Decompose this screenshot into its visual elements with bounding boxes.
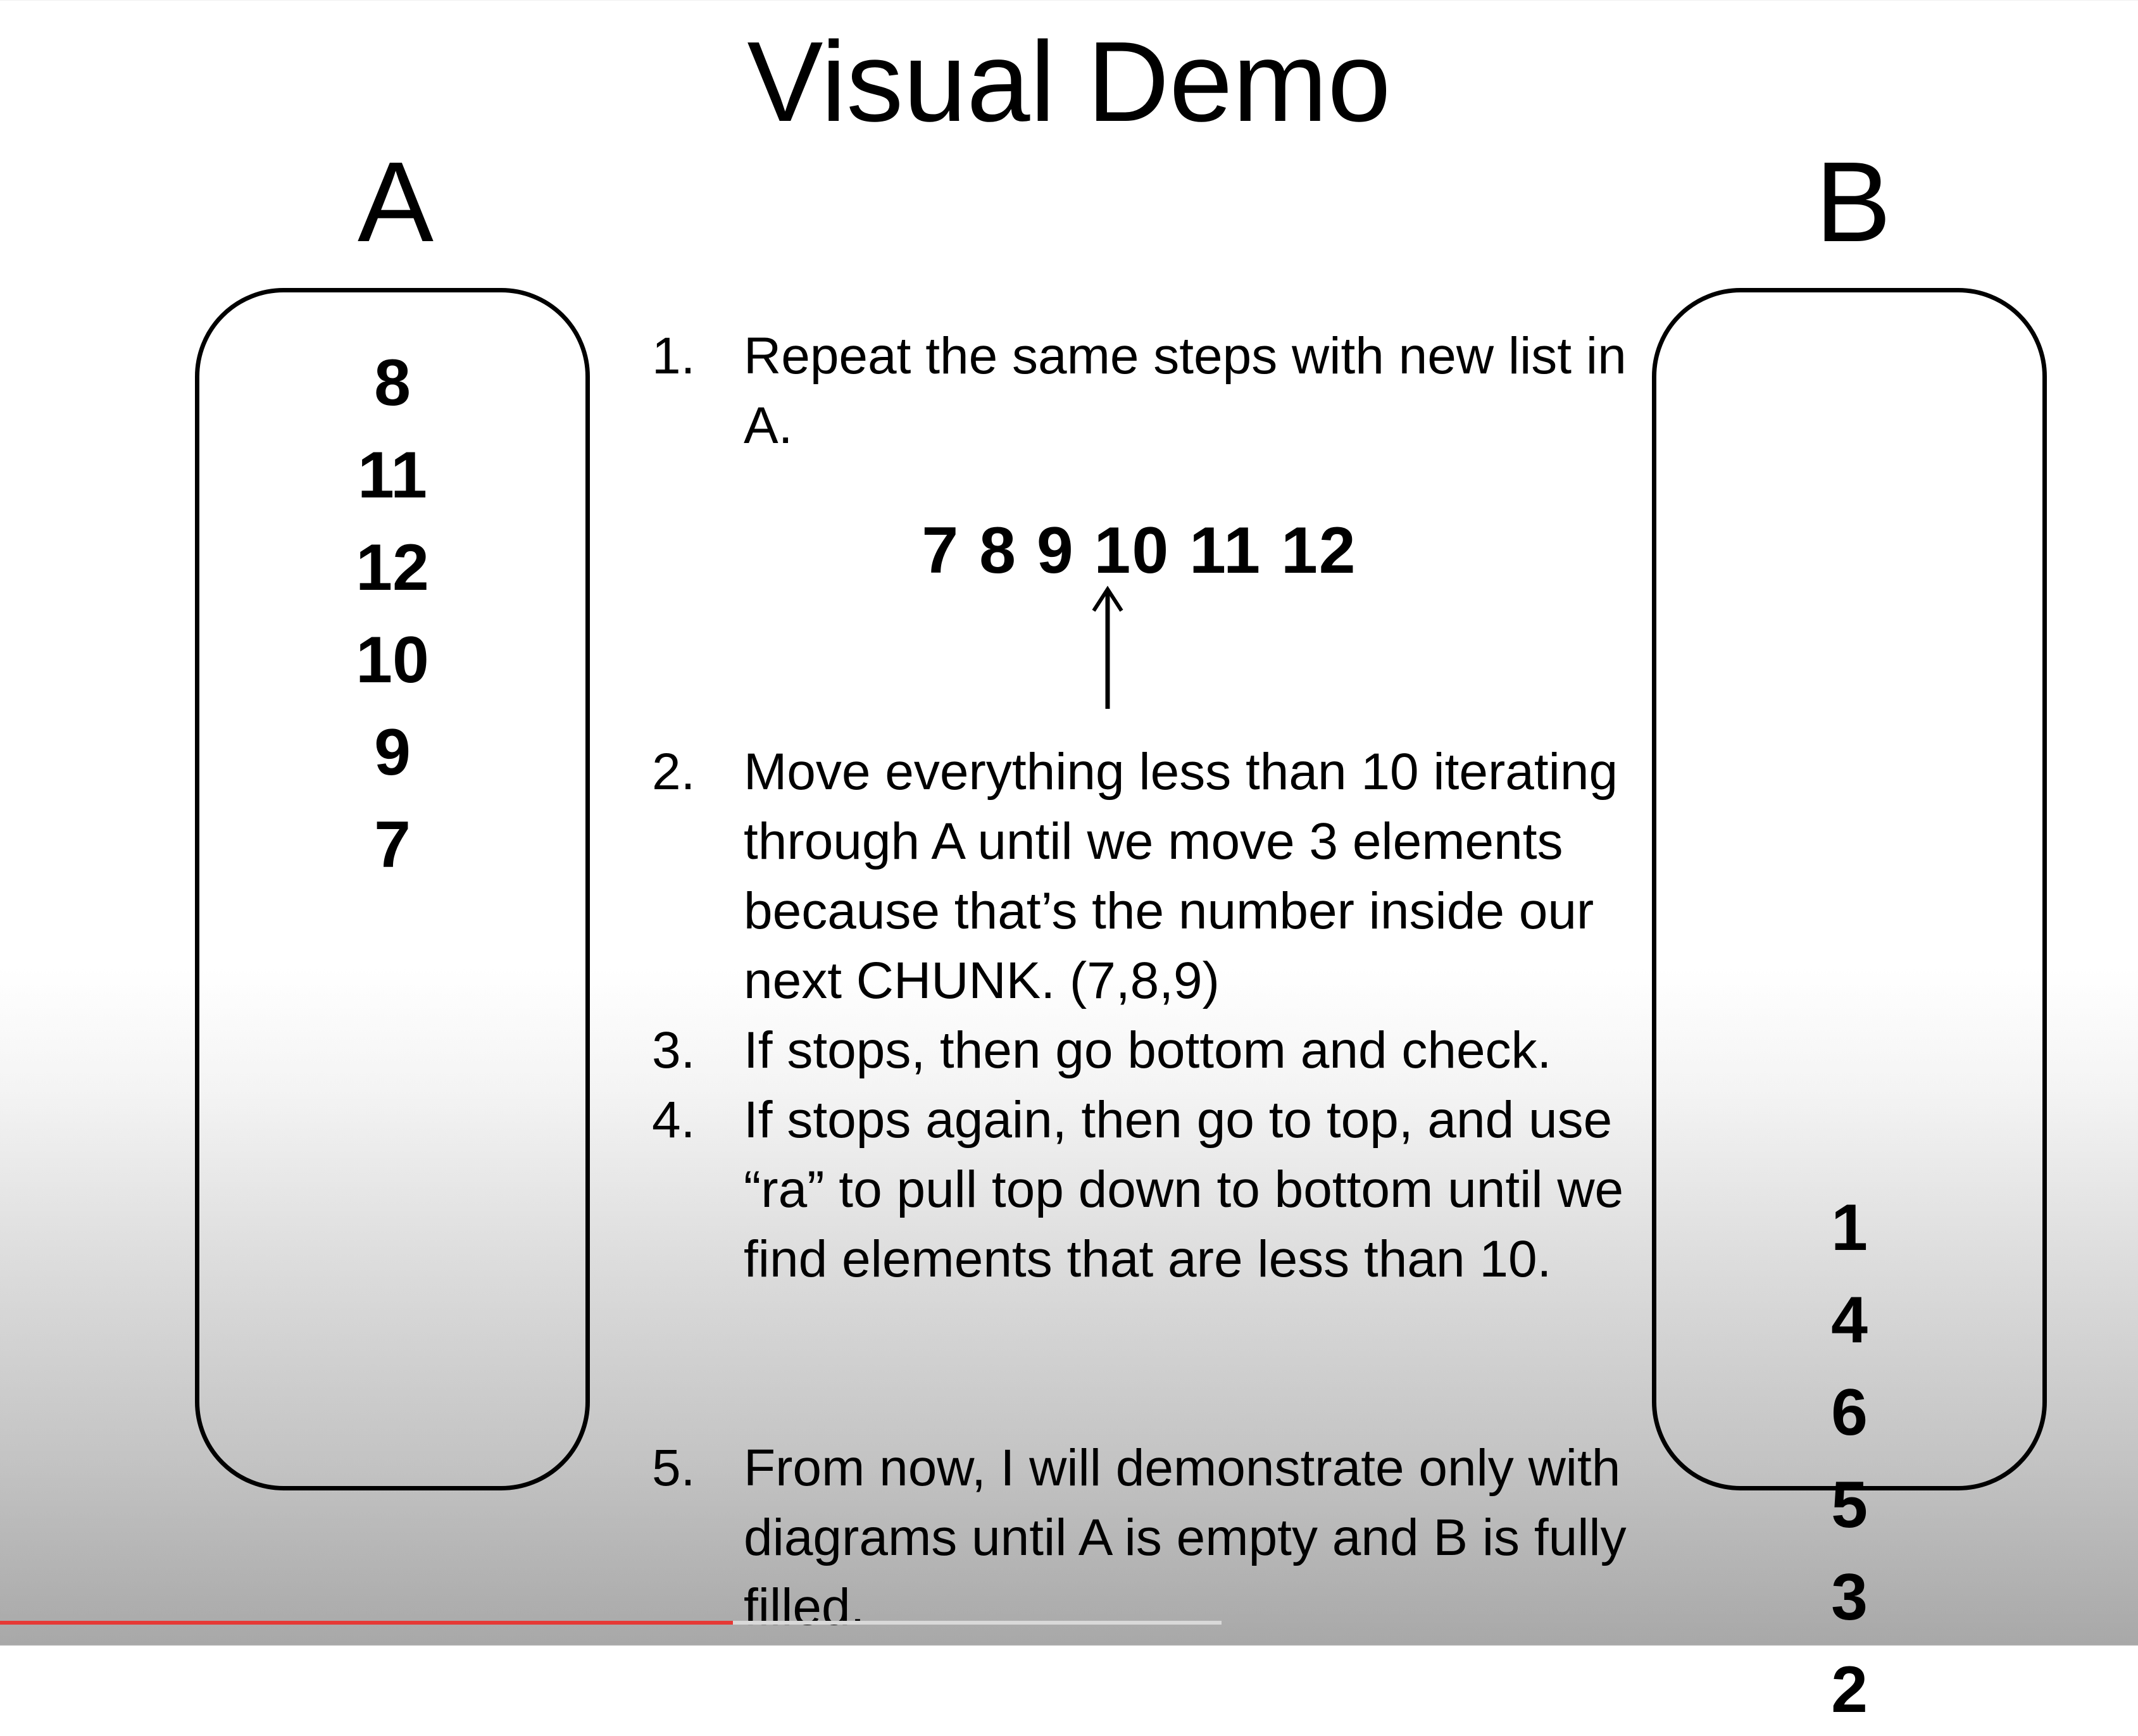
slide-title: Visual Demo — [747, 18, 1391, 146]
steps-list: 2. Move everything less than 10 iteratin… — [652, 737, 1627, 1294]
stack-a-value: 9 — [374, 716, 411, 789]
stack-b-label: B — [1815, 139, 1892, 266]
step-text: Move everything less than 10 iterating t… — [744, 743, 1618, 1009]
step-text: From now, I will demonstrate only with d… — [744, 1439, 1627, 1636]
stack-b-value: 1 — [1831, 1191, 1868, 1265]
step-number: 2. — [652, 743, 696, 801]
step-number: 5. — [652, 1439, 696, 1497]
step-item: 5. From now, I will demonstrate only wit… — [652, 1433, 1627, 1642]
stack-a-values: 8 11 12 10 9 7 — [199, 337, 585, 891]
stack-a-label: A — [357, 139, 434, 266]
step-text: If stops, then go bottom and check. — [744, 1021, 1552, 1079]
steps-list: 1. Repeat the same steps with new list i… — [652, 322, 1627, 461]
video-progress-played — [0, 1621, 733, 1625]
steps-list: 5. From now, I will demonstrate only wit… — [652, 1433, 1627, 1642]
stack-b-box: 1 4 6 5 3 2 — [1652, 288, 2047, 1727]
pivot-arrow-icon — [1092, 585, 1123, 709]
step-number: 3. — [652, 1021, 696, 1079]
chunk-values: 7 8 9 10 11 12 — [922, 514, 1357, 587]
step-item: 2. Move everything less than 10 iteratin… — [652, 737, 1627, 1016]
step-text: Repeat the same steps with new list in A… — [744, 327, 1627, 454]
stack-b-value: 6 — [1831, 1376, 1868, 1449]
stack-b-value: 2 — [1831, 1653, 1868, 1727]
step-item: 3. If stops, then go bottom and check. — [652, 1016, 1627, 1085]
stack-a-value: 11 — [358, 439, 427, 512]
stack-a-value: 10 — [356, 623, 429, 697]
stack-a-box: 8 11 12 10 9 7 — [195, 288, 590, 1490]
stack-b-value: 3 — [1831, 1561, 1868, 1634]
step-text: If stops again, then go to top, and use … — [744, 1091, 1624, 1288]
stack-a-value: 8 — [374, 346, 411, 420]
step-item: 1. Repeat the same steps with new list i… — [652, 322, 1627, 461]
stack-b-values: 1 4 6 5 3 2 — [1656, 1182, 2042, 1736]
stack-a-value: 7 — [374, 808, 411, 882]
step-item: 4. If stops again, then go to top, and u… — [652, 1085, 1627, 1294]
stack-b-value: 5 — [1831, 1468, 1868, 1542]
step-number: 1. — [652, 327, 696, 385]
stack-b-value: 4 — [1831, 1283, 1868, 1357]
video-progress-bar[interactable] — [0, 1621, 1222, 1625]
stack-a-value: 12 — [356, 531, 429, 604]
step-number: 4. — [652, 1091, 696, 1149]
